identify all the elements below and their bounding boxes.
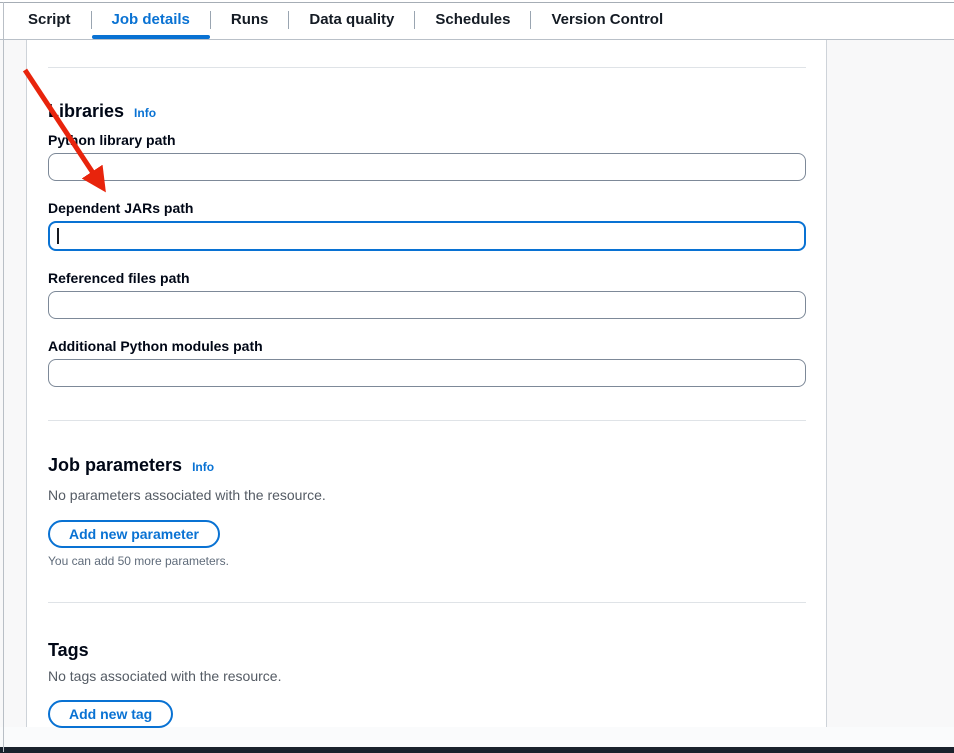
tab-job-details[interactable]: Job details — [92, 0, 210, 39]
field-referenced-files-path: Referenced files path — [48, 269, 806, 319]
additional-python-modules-path-input[interactable] — [48, 359, 806, 387]
footer-strip — [0, 727, 954, 747]
dependent-jars-path-input[interactable] — [48, 221, 806, 251]
content-area: Libraries Info Python library path Depen… — [0, 40, 954, 727]
job-parameters-heading: Job parameters Info — [48, 454, 806, 478]
section-divider — [48, 67, 806, 68]
libraries-heading-text: Libraries — [48, 100, 124, 122]
tab-schedules[interactable]: Schedules — [415, 0, 530, 39]
window-frame-top — [0, 2, 954, 3]
python-library-path-input[interactable] — [48, 153, 806, 181]
right-gutter — [827, 40, 954, 727]
python-library-path-label: Python library path — [48, 131, 806, 149]
tab-version-control[interactable]: Version Control — [531, 0, 683, 39]
job-details-panel: Libraries Info Python library path Depen… — [26, 40, 827, 727]
additional-python-modules-path-label: Additional Python modules path — [48, 337, 806, 355]
tab-script[interactable]: Script — [8, 0, 91, 39]
job-parameters-empty-message: No parameters associated with the resour… — [48, 486, 806, 504]
libraries-info-link[interactable]: Info — [134, 102, 156, 124]
tab-runs[interactable]: Runs — [211, 0, 289, 39]
field-dependent-jars-path: Dependent JARs path — [48, 199, 806, 251]
tags-empty-message: No tags associated with the resource. — [48, 667, 806, 685]
job-parameters-heading-text: Job parameters — [48, 454, 182, 476]
add-new-parameter-button[interactable]: Add new parameter — [48, 520, 220, 548]
section-divider — [48, 602, 806, 603]
job-parameters-info-link[interactable]: Info — [192, 456, 214, 478]
tags-heading-text: Tags — [48, 639, 89, 661]
dependent-jars-path-label: Dependent JARs path — [48, 199, 806, 217]
footer-dark-bar — [0, 747, 954, 753]
window-frame-left — [3, 2, 4, 752]
section-divider — [48, 420, 806, 421]
libraries-heading: Libraries Info — [48, 100, 806, 124]
referenced-files-path-label: Referenced files path — [48, 269, 806, 287]
field-additional-python-modules-path: Additional Python modules path — [48, 337, 806, 387]
field-python-library-path: Python library path — [48, 131, 806, 181]
tags-heading: Tags — [48, 639, 806, 661]
add-new-tag-button[interactable]: Add new tag — [48, 700, 173, 728]
parameter-limit-hint: You can add 50 more parameters. — [48, 554, 806, 568]
referenced-files-path-input[interactable] — [48, 291, 806, 319]
tab-data-quality[interactable]: Data quality — [289, 0, 414, 39]
tab-bar: Script Job details Runs Data quality Sch… — [0, 0, 954, 40]
